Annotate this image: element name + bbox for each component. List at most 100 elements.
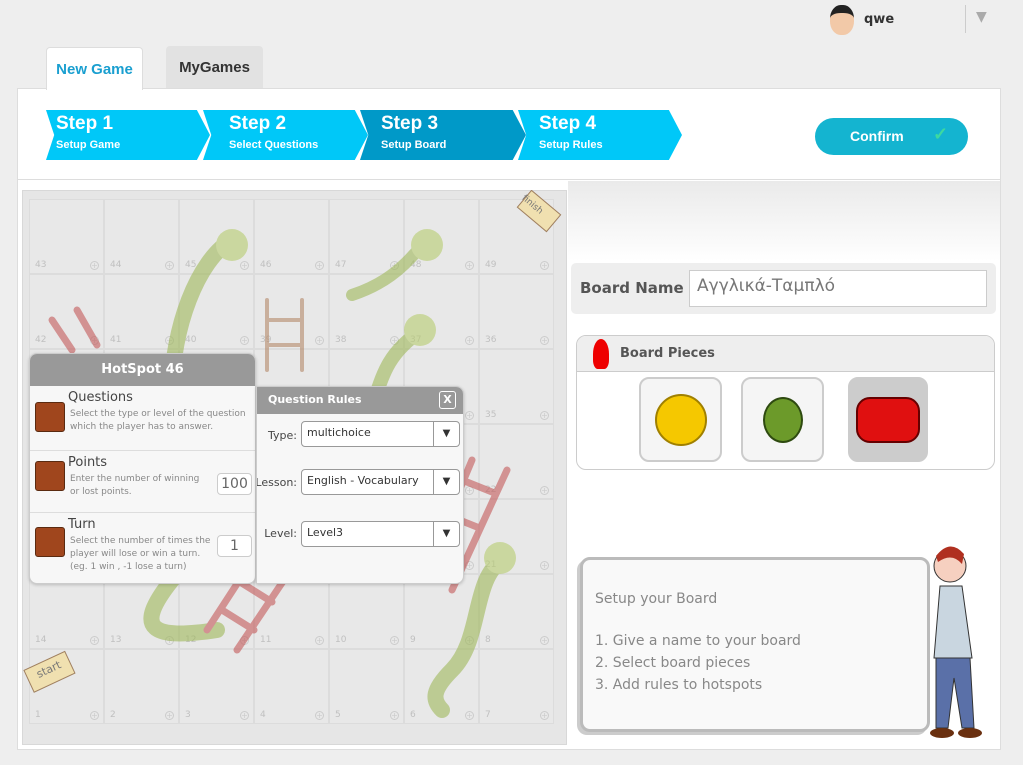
board-cell[interactable]: 48 + [404,199,479,274]
questions-title: Questions [68,390,133,405]
cell-number: 21 [485,560,497,570]
board-cell[interactable]: 41 + [104,274,179,349]
board-cell[interactable]: 8 + [479,574,554,649]
add-hotspot-icon[interactable]: + [465,636,474,645]
confirm-button[interactable]: Confirm ✓ [815,118,968,155]
add-hotspot-icon[interactable]: + [390,711,399,720]
avatar [830,5,854,35]
add-hotspot-icon[interactable]: + [240,711,249,720]
add-hotspot-icon[interactable]: + [540,711,549,720]
cell-number: 39 [260,335,272,345]
cell-number: 7 [485,710,491,720]
cell-number: 1 [35,710,41,720]
board-cell[interactable]: 1 + [29,649,104,724]
add-hotspot-icon[interactable]: + [315,336,324,345]
add-hotspot-icon[interactable]: + [165,336,174,345]
board-cell[interactable]: 22 + [479,424,554,499]
points-input[interactable]: 100 [217,473,252,495]
cell-number: 41 [110,335,122,345]
add-hotspot-icon[interactable]: + [540,636,549,645]
add-hotspot-icon[interactable]: + [540,561,549,570]
board-cell[interactable]: 10 + [329,574,404,649]
board-cell[interactable]: 38 + [329,274,404,349]
board-cell[interactable]: 5 + [329,649,404,724]
add-hotspot-icon[interactable]: + [465,261,474,270]
step-2[interactable]: Step 2 Select Questions [203,110,368,160]
close-button[interactable]: X [439,391,456,409]
cell-number: 12 [185,635,197,645]
add-hotspot-icon[interactable]: + [390,336,399,345]
piece-smiley[interactable] [639,377,722,462]
tab-new-game[interactable]: New Game [46,47,143,90]
dropdown-arrow-icon: ▼ [433,522,459,546]
board-cell[interactable]: 47 + [329,199,404,274]
add-hotspot-icon[interactable]: + [540,261,549,270]
add-hotspot-icon[interactable]: + [465,486,474,495]
add-hotspot-icon[interactable]: + [540,486,549,495]
hotspot-popup: HotSpot 46 Questions Select the type or … [29,353,256,584]
step-1[interactable]: Step 1 Setup Game [46,110,210,160]
board-cell[interactable]: 13 + [104,574,179,649]
board-cell[interactable]: 21 + [479,499,554,574]
add-hotspot-icon[interactable]: + [165,261,174,270]
add-hotspot-icon[interactable]: + [465,336,474,345]
board-cell[interactable]: 46 + [254,199,329,274]
board-cell[interactable]: 11 + [254,574,329,649]
add-hotspot-icon[interactable]: + [315,636,324,645]
step-3[interactable]: Step 3 Setup Board [360,110,526,160]
add-hotspot-icon[interactable]: + [165,711,174,720]
board-cell[interactable]: 7 + [479,649,554,724]
board-cell[interactable]: 42 + [29,274,104,349]
board-cell[interactable]: 4 + [254,649,329,724]
board-cell[interactable]: 39 + [254,274,329,349]
add-hotspot-icon[interactable]: + [390,636,399,645]
add-hotspot-icon[interactable]: + [465,561,474,570]
board-pieces-header: Board Pieces [577,336,994,372]
piece-turtle[interactable] [741,377,824,462]
add-hotspot-icon[interactable]: + [90,261,99,270]
points-section: Points Enter the number of winning or lo… [30,450,255,512]
cell-number: 38 [335,335,347,345]
add-hotspot-icon[interactable]: + [540,411,549,420]
board-cell[interactable]: 37 + [404,274,479,349]
add-hotspot-icon[interactable]: + [315,261,324,270]
level-select[interactable]: Level3 ▼ [301,521,460,547]
board-cell[interactable]: 44 + [104,199,179,274]
questions-section: Questions Select the type or level of th… [30,386,255,448]
board-cell[interactable]: 36 + [479,274,554,349]
add-hotspot-icon[interactable]: + [90,711,99,720]
add-hotspot-icon[interactable]: + [240,636,249,645]
board-cell[interactable]: 45 + [179,199,254,274]
add-hotspot-icon[interactable]: + [240,261,249,270]
board-cell[interactable]: 2 + [104,649,179,724]
board-cell[interactable]: 43 + [29,199,104,274]
type-select[interactable]: multichoice ▼ [301,421,460,447]
piece-red-car[interactable] [848,377,928,462]
lesson-select[interactable]: English - Vocabulary ▼ [301,469,460,495]
turn-input[interactable]: 1 [217,535,252,557]
add-hotspot-icon[interactable]: + [465,411,474,420]
add-hotspot-icon[interactable]: + [465,711,474,720]
board-cell[interactable]: 3 + [179,649,254,724]
add-hotspot-icon[interactable]: + [240,336,249,345]
step-pointer [492,180,516,190]
board-cell[interactable]: 40 + [179,274,254,349]
user-menu[interactable]: qwe ▼ [828,5,1023,35]
add-hotspot-icon[interactable]: + [90,636,99,645]
board-cell[interactable]: 9 + [404,574,479,649]
board-cell[interactable]: 6 + [404,649,479,724]
board-name-input[interactable]: Αγγλικά-Ταμπλό [689,270,987,307]
board-cell[interactable]: 35 + [479,349,554,424]
questions-desc: Select the type or level of the question… [70,409,246,432]
board-cell[interactable]: 12 + [179,574,254,649]
tab-my-games[interactable]: MyGames [166,46,263,88]
add-hotspot-icon[interactable]: + [540,336,549,345]
add-hotspot-icon[interactable]: + [315,711,324,720]
chevron-down-icon[interactable]: ▼ [976,9,987,25]
add-hotspot-icon[interactable]: + [90,336,99,345]
calculator-icon [35,461,65,491]
board-cell[interactable]: 14 + [29,574,104,649]
add-hotspot-icon[interactable]: + [165,636,174,645]
step-4[interactable]: Step 4 Setup Rules [518,110,682,160]
add-hotspot-icon[interactable]: + [390,261,399,270]
